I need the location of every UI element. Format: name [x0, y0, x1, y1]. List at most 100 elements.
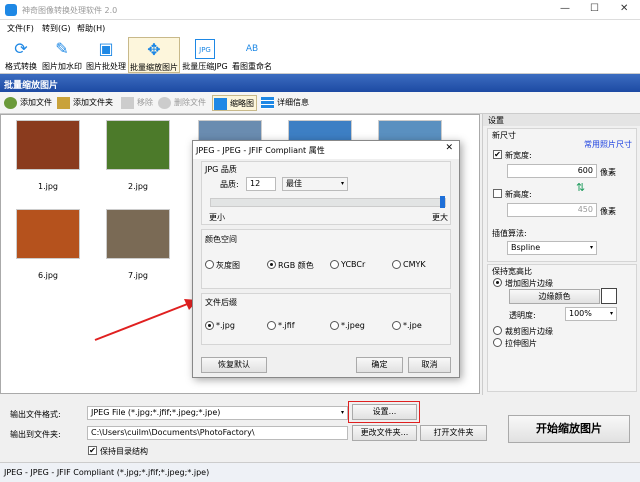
jpeg-properties-dialog: JPEG - JPEG - JFIF Compliant 属性 ✕ JPG 品质 … [192, 140, 460, 378]
label: CMYK [403, 260, 426, 269]
add-folder-button[interactable]: 添加文件夹 [56, 95, 113, 111]
quality-slider[interactable] [210, 196, 446, 208]
tool-watermark[interactable]: ✎ 图片加水印 [41, 37, 83, 73]
unit-label: 像素 [600, 168, 616, 177]
label: 增加图片边缘 [505, 279, 553, 288]
new-width-checkbox[interactable]: ✔ [493, 150, 502, 159]
menu-help[interactable]: 帮助(H) [77, 23, 105, 34]
change-folder-button[interactable]: 更改文件夹... [352, 425, 417, 441]
label: 更小 [209, 213, 225, 222]
ext-jfif-radio[interactable] [267, 321, 276, 330]
label: 缩略图 [230, 99, 254, 108]
color-space-group: 颜色空间 灰度图 RGB 颜色 YCBCr CMYK [201, 229, 451, 289]
title-bar: 神奇图像转换处理软件 2.0 — ☐ ✕ [0, 0, 640, 20]
interpolation-select[interactable]: Bspline ▾ [507, 241, 597, 255]
app-icon [5, 4, 17, 16]
minimize-button[interactable]: — [560, 3, 570, 14]
tool-label: 图片批处理 [86, 62, 126, 71]
quality-input[interactable]: 12 [246, 177, 276, 191]
label: *.jpe [403, 321, 422, 330]
menu-bar: 文件(F) 转到(G) 帮助(H) [0, 20, 640, 36]
thumbnail-name: 1.jpg [37, 182, 58, 191]
status-bar: JPEG - JPEG - JFIF Compliant (*.jpg;*.jf… [0, 462, 640, 482]
output-panel: 输出文件格式: JPEG File (*.jpg;*.jfif;*.jpeg;*… [0, 395, 640, 462]
slider-thumb[interactable] [440, 196, 445, 208]
dialog-close-icon[interactable]: ✕ [445, 143, 453, 153]
label: 新高度: [505, 190, 532, 199]
label: RGB 颜色 [278, 261, 314, 270]
reset-defaults-button[interactable]: 恢复默认 [201, 357, 267, 373]
width-input[interactable]: 600 [507, 164, 597, 178]
label: 品质: [220, 180, 239, 189]
new-height-checkbox[interactable] [493, 189, 502, 198]
thumbnail-name: 7.jpg [127, 271, 148, 280]
thumbnail-image [106, 120, 170, 170]
tool-label: 格式转换 [5, 62, 37, 71]
app-title: 神奇图像转换处理软件 2.0 [22, 6, 118, 15]
menu-file[interactable]: 文件(F) [7, 23, 34, 34]
thumbnail-item[interactable]: 6.jpg [13, 209, 83, 280]
delete-file-button[interactable]: 删除文件 [157, 95, 206, 111]
add-file-icon [4, 97, 17, 109]
thumbnail-item[interactable]: 7.jpg [103, 209, 173, 280]
close-button[interactable]: ✕ [620, 3, 628, 14]
ext-jpe-radio[interactable] [392, 321, 401, 330]
value: 最佳 [286, 179, 302, 188]
ext-jpeg-radio[interactable] [330, 321, 339, 330]
thumbnail-item[interactable]: 2.jpg [103, 120, 173, 191]
settings-title: 设置 [483, 114, 640, 126]
remove-button[interactable]: 移除 [120, 95, 153, 111]
label: 插值算法: [492, 229, 527, 238]
dialog-title-bar: JPEG - JPEG - JFIF Compliant 属性 ✕ [193, 141, 459, 159]
swap-icon[interactable]: ⇅ [576, 181, 585, 194]
opacity-select[interactable]: 100% ▾ [565, 307, 617, 321]
image-icon: ▣ [98, 39, 114, 58]
thumbnail-name: 6.jpg [37, 271, 58, 280]
tool-format-convert[interactable]: ⟳ 格式转换 [3, 37, 39, 73]
grayscale-radio[interactable] [205, 260, 214, 269]
stretch-radio[interactable] [493, 338, 502, 347]
add-file-button[interactable]: 添加文件 [3, 95, 52, 111]
open-folder-button[interactable]: 打开文件夹 [420, 425, 487, 441]
label: 删除文件 [174, 98, 206, 107]
cmyk-radio[interactable] [392, 260, 401, 269]
tool-batch-resize[interactable]: ✥ 批量缩放图片 [128, 37, 180, 73]
remove-icon [121, 97, 134, 109]
format-settings-button[interactable]: 设置... [352, 404, 417, 420]
output-format-select[interactable]: JPEG File (*.jpg;*.jfif;*.jpeg;*.jpe) ▾ [87, 406, 348, 420]
crop-border-radio[interactable] [493, 326, 502, 335]
menu-goto[interactable]: 转到(G) [42, 23, 70, 34]
border-color-button[interactable]: 边缘颜色 [509, 289, 600, 304]
border-color-swatch[interactable] [601, 288, 617, 304]
value: 100% [569, 309, 592, 318]
group-label: 保持宽高比 [492, 267, 532, 276]
tool-label: 批量压缩JPG [182, 62, 228, 71]
cancel-button[interactable]: 取消 [408, 357, 451, 373]
label: 移除 [137, 98, 153, 107]
ext-jpg-radio[interactable] [205, 321, 214, 330]
rgb-radio[interactable] [267, 260, 276, 269]
label: YCBCr [341, 260, 366, 269]
label: 输出到文件夹: [10, 430, 61, 439]
tool-rename[interactable]: AB 看图重命名 [231, 37, 273, 73]
ok-button[interactable]: 确定 [356, 357, 403, 373]
height-input[interactable]: 450 [507, 203, 597, 217]
tool-compress-jpg[interactable]: JPG 批量压缩JPG [182, 37, 228, 73]
maximize-button[interactable]: ☐ [590, 3, 599, 14]
quality-preset-select[interactable]: 最佳 ▾ [282, 177, 348, 191]
thumbnail-item[interactable]: 1.jpg [13, 120, 83, 191]
tool-batch-process[interactable]: ▣ 图片批处理 [85, 37, 127, 73]
label: 详细信息 [277, 98, 309, 107]
label: 新宽度: [505, 151, 532, 160]
main-toolbar: ⟳ 格式转换 ✎ 图片加水印 ▣ 图片批处理 ✥ 批量缩放图片 JPG 批量压缩JPG A… [0, 36, 640, 74]
output-folder-input[interactable]: C:\Users\cuilm\Documents\PhotoFactory\ [87, 426, 348, 440]
thumbnail-view-button[interactable]: 缩略图 [212, 95, 257, 111]
keep-structure-checkbox[interactable]: ✔ [88, 446, 97, 455]
add-border-radio[interactable] [493, 278, 502, 287]
start-resize-button[interactable]: 开始缩放图片 [508, 415, 630, 443]
details-view-button[interactable]: 详细信息 [260, 95, 309, 111]
new-size-group: 新尺寸 常用照片尺寸 ✔ 新宽度: 600 像素 ⇅ 新高度: 450 像素 插… [487, 128, 637, 262]
common-sizes-link[interactable]: 常用照片尺寸 [584, 139, 632, 150]
thumbnail-image [106, 209, 170, 259]
ycbcr-radio[interactable] [330, 260, 339, 269]
